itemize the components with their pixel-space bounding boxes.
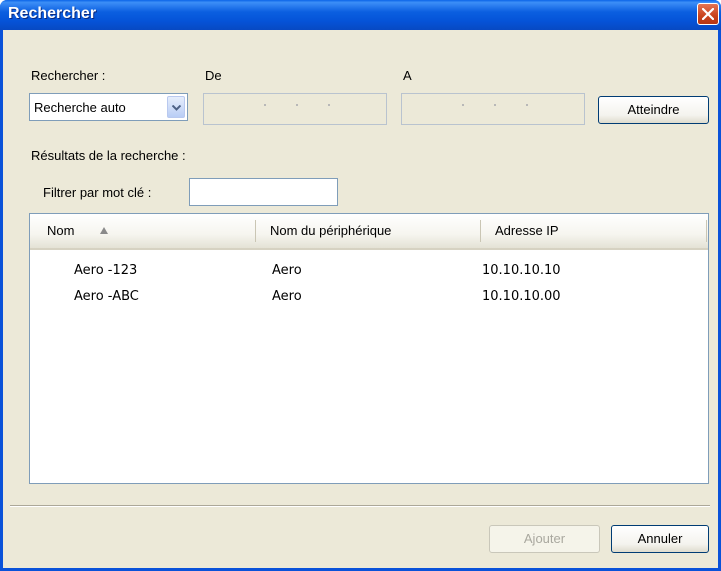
list-header: Nom Nom du périphérique Adresse IP — [30, 214, 708, 250]
column-header-ip[interactable]: Adresse IP — [495, 214, 559, 248]
cell-name: Aero -ABC — [74, 289, 139, 304]
from-label: De — [205, 68, 222, 83]
cell-name: Aero -123 — [74, 263, 138, 278]
column-header-name[interactable]: Nom — [47, 214, 74, 248]
column-header-device[interactable]: Nom du périphérique — [270, 214, 391, 248]
cell-ip: 10.10.10.00 — [482, 289, 561, 304]
cell-ip: 10.10.10.10 — [482, 263, 561, 278]
cancel-button[interactable]: Annuler — [611, 525, 709, 553]
cell-device: Aero — [272, 289, 302, 304]
search-mode-select[interactable]: Recherche auto — [29, 93, 188, 121]
sort-ascending-icon — [100, 227, 108, 234]
add-button[interactable]: Ajouter — [489, 525, 600, 553]
dialog-title: Rechercher — [8, 5, 97, 22]
ip-from-field[interactable] — [203, 93, 387, 125]
results-heading: Résultats de la recherche : — [31, 148, 186, 163]
table-row[interactable]: Aero -123 Aero 10.10.10.10 — [30, 259, 708, 285]
close-button[interactable] — [697, 3, 719, 25]
cell-device: Aero — [272, 263, 302, 278]
search-mode-label: Rechercher : — [31, 68, 106, 83]
column-separator[interactable] — [255, 220, 256, 242]
results-list[interactable]: Nom Nom du périphérique Adresse IP Aero … — [29, 213, 709, 484]
to-label: A — [403, 68, 412, 83]
filter-label: Filtrer par mot clé : — [43, 185, 152, 200]
table-row[interactable]: Aero -ABC Aero 10.10.10.00 — [30, 285, 708, 311]
title-bar[interactable]: Rechercher — [0, 0, 721, 30]
dropdown-arrow-button[interactable] — [167, 96, 185, 118]
close-icon — [702, 8, 714, 20]
column-separator[interactable] — [706, 220, 707, 242]
footer-divider — [10, 505, 710, 507]
go-button[interactable]: Atteindre — [598, 96, 709, 124]
ip-to-field[interactable] — [401, 93, 585, 125]
filter-input[interactable] — [189, 178, 338, 206]
chevron-down-icon — [172, 105, 181, 111]
search-mode-value: Recherche auto — [34, 100, 126, 115]
column-separator[interactable] — [480, 220, 481, 242]
